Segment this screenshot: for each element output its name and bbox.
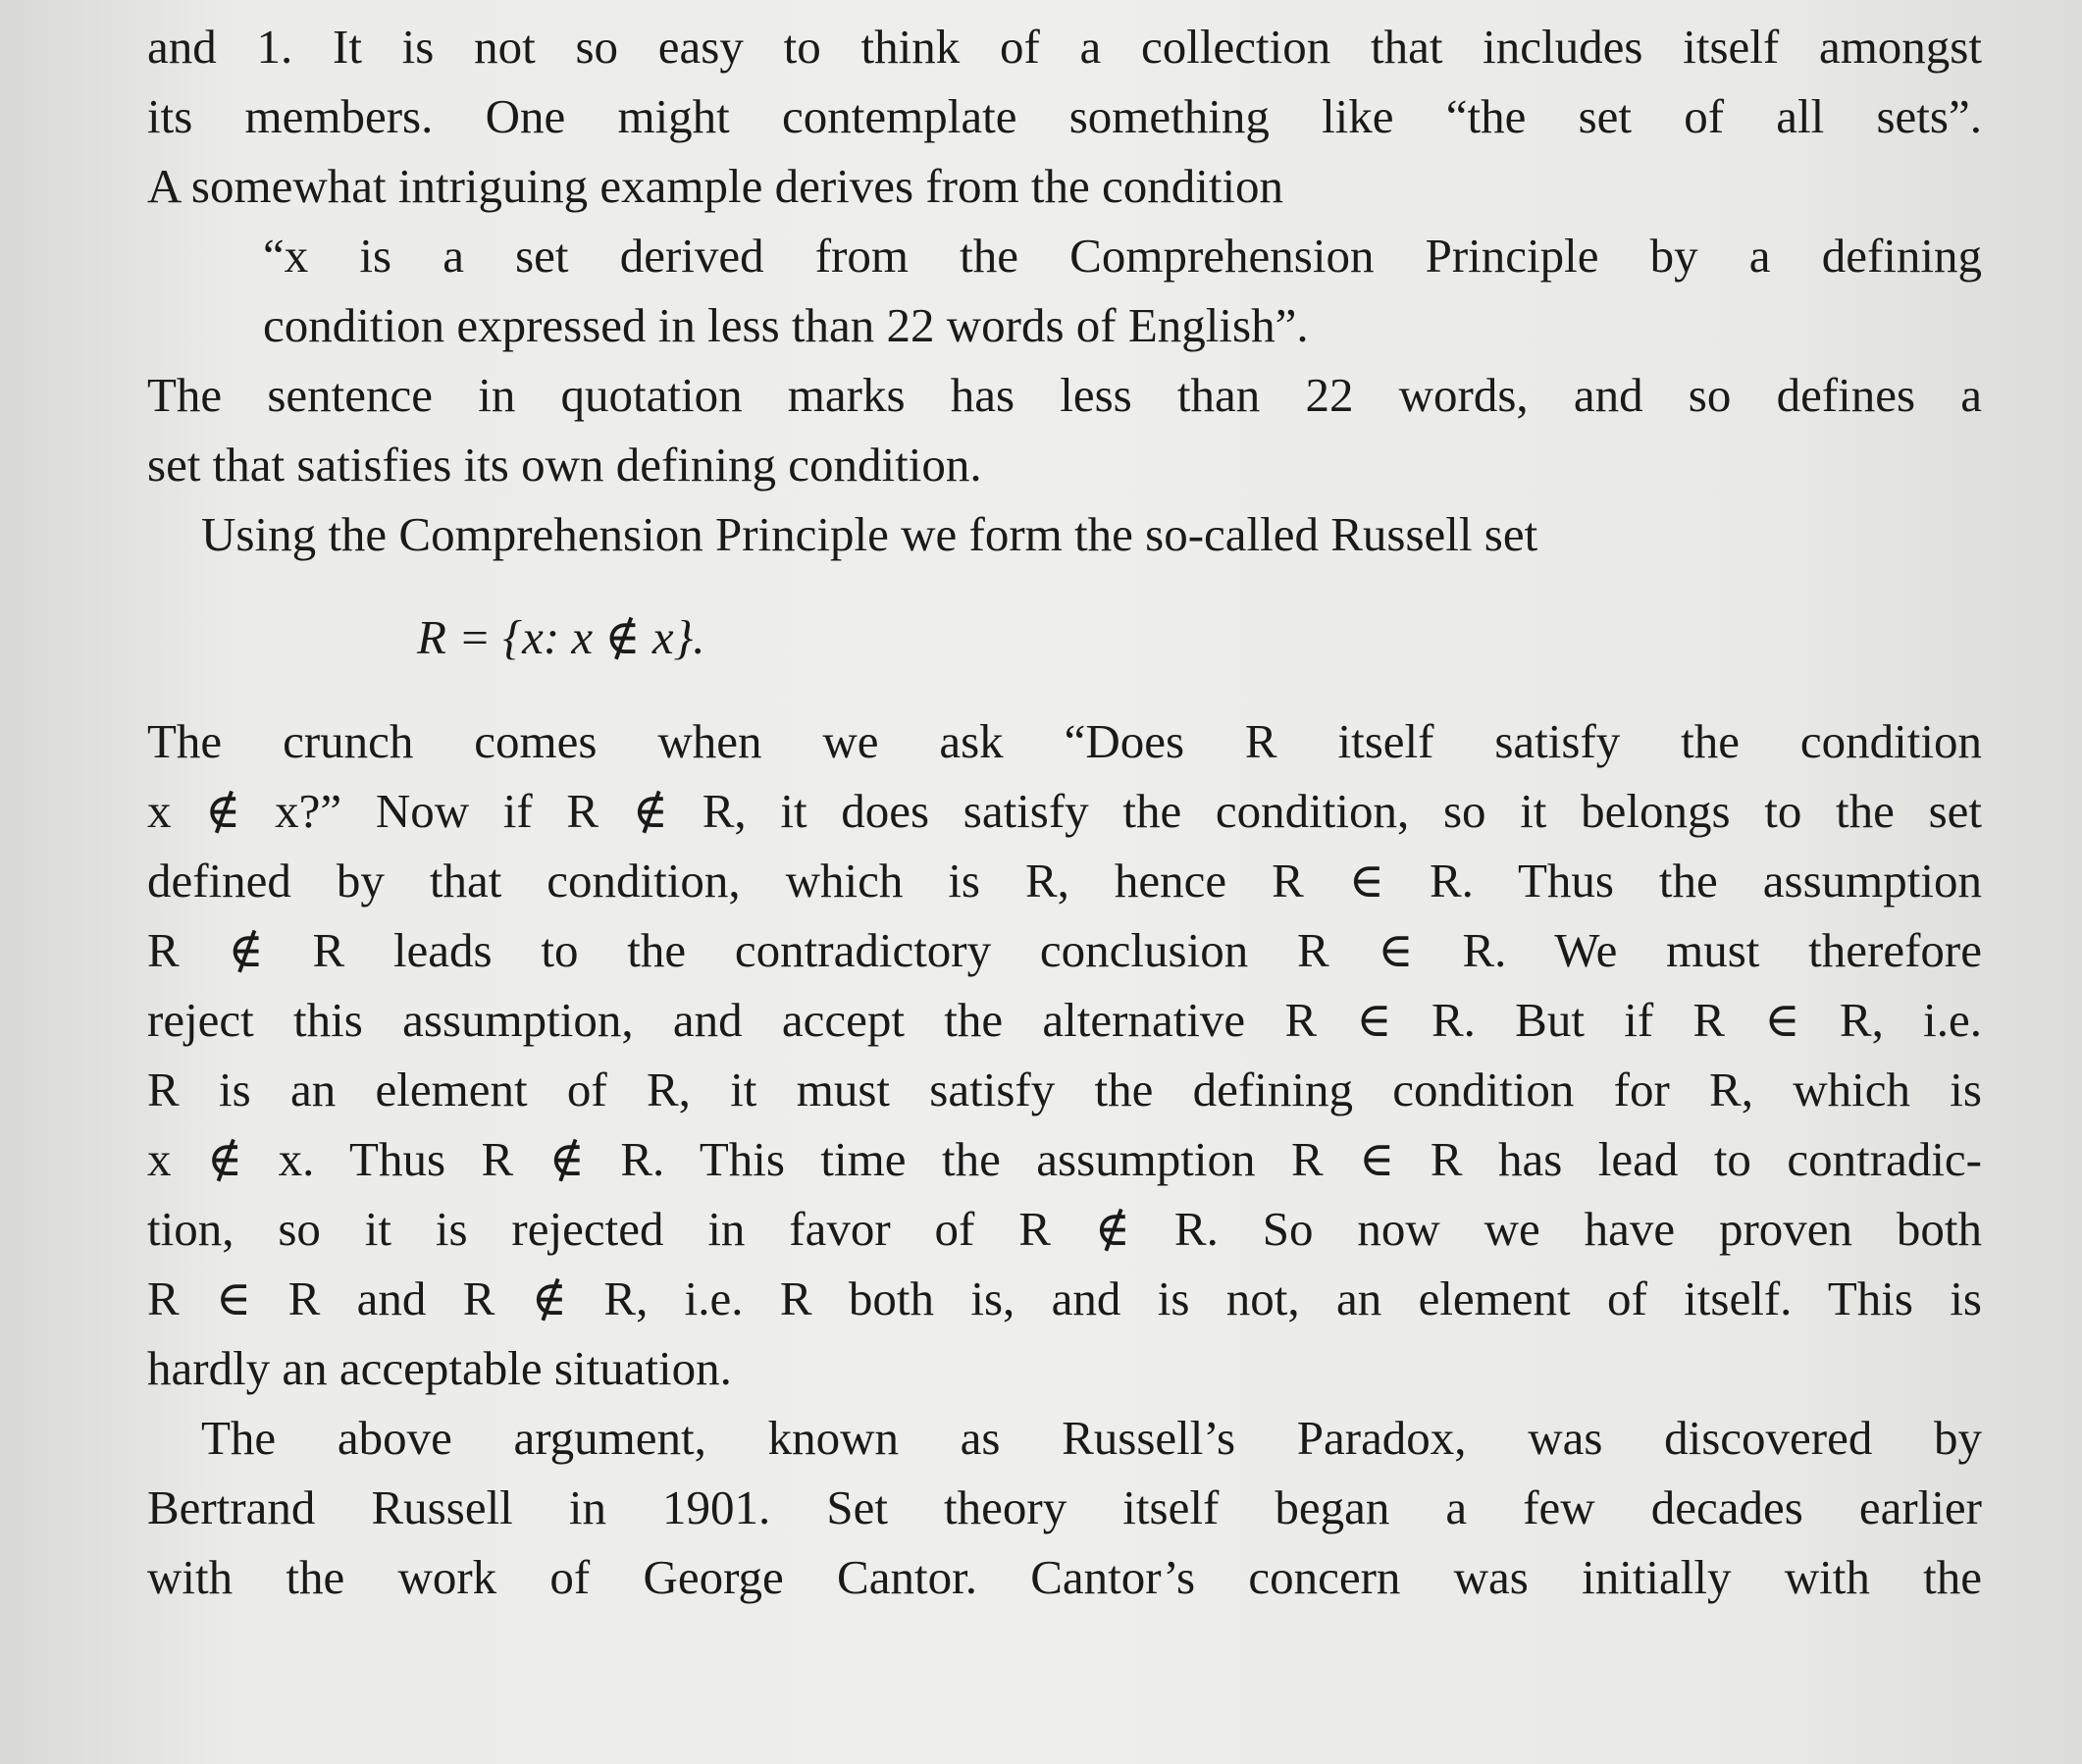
paragraph-1: and 1. It is not so easy to think of a c…	[147, 12, 1982, 221]
text-line: defined by that condition, which is R, h…	[147, 854, 1982, 908]
text-line: Bertrand Russell in 1901. Set theory its…	[147, 1480, 1982, 1534]
book-page: and 1. It is not so easy to think of a c…	[147, 12, 1982, 1612]
text-line: R ∉ R leads to the contradictory conclus…	[147, 923, 1982, 977]
quoted-condition: “x is a set derived from the Comprehensi…	[147, 221, 1982, 360]
text-line: x ∉ x. Thus R ∉ R. This time the assumpt…	[147, 1132, 1982, 1186]
text-line: x ∉ x?” Now if R ∉ R, it does satisfy th…	[147, 784, 1982, 838]
paragraph-3: Using the Comprehension Principle we for…	[147, 499, 1982, 569]
text-line: hardly an acceptable situation.	[147, 1341, 732, 1395]
paragraph-5: The above argument, known as Russell’s P…	[147, 1403, 1982, 1612]
text-line: with the work of George Cantor. Cantor’s…	[147, 1550, 1982, 1604]
text-line: set that satisfies its own defining cond…	[147, 438, 982, 492]
text-line: R ∈ R and R ∉ R, i.e. R both is, and is …	[147, 1271, 1982, 1325]
text-line: Using the Comprehension Principle we for…	[201, 507, 1538, 561]
paragraph-2: The sentence in quotation marks has less…	[147, 360, 1982, 499]
text-line: tion, so it is rejected in favor of R ∉ …	[147, 1202, 1982, 1256]
text-line: and 1. It is not so easy to think of a c…	[147, 20, 1982, 74]
text-line: The above argument, known as Russell’s P…	[201, 1411, 1982, 1465]
text-line: its members. One might contemplate somet…	[147, 89, 1982, 143]
text-line: condition expressed in less than 22 word…	[263, 298, 1309, 352]
text-line: The sentence in quotation marks has less…	[147, 368, 1982, 422]
text-line: R is an element of R, it must satisfy th…	[147, 1063, 1982, 1116]
russell-set-formula: R = {x: x ∉ x}.	[417, 610, 705, 664]
text-line: “x is a set derived from the Comprehensi…	[263, 229, 1982, 283]
paragraph-4: The crunch comes when we ask “Does R its…	[147, 706, 1982, 1403]
text-line: reject this assumption, and accept the a…	[147, 993, 1982, 1047]
text-line: A somewhat intriguing example derives fr…	[147, 159, 1284, 213]
text-line: The crunch comes when we ask “Does R its…	[147, 714, 1982, 768]
